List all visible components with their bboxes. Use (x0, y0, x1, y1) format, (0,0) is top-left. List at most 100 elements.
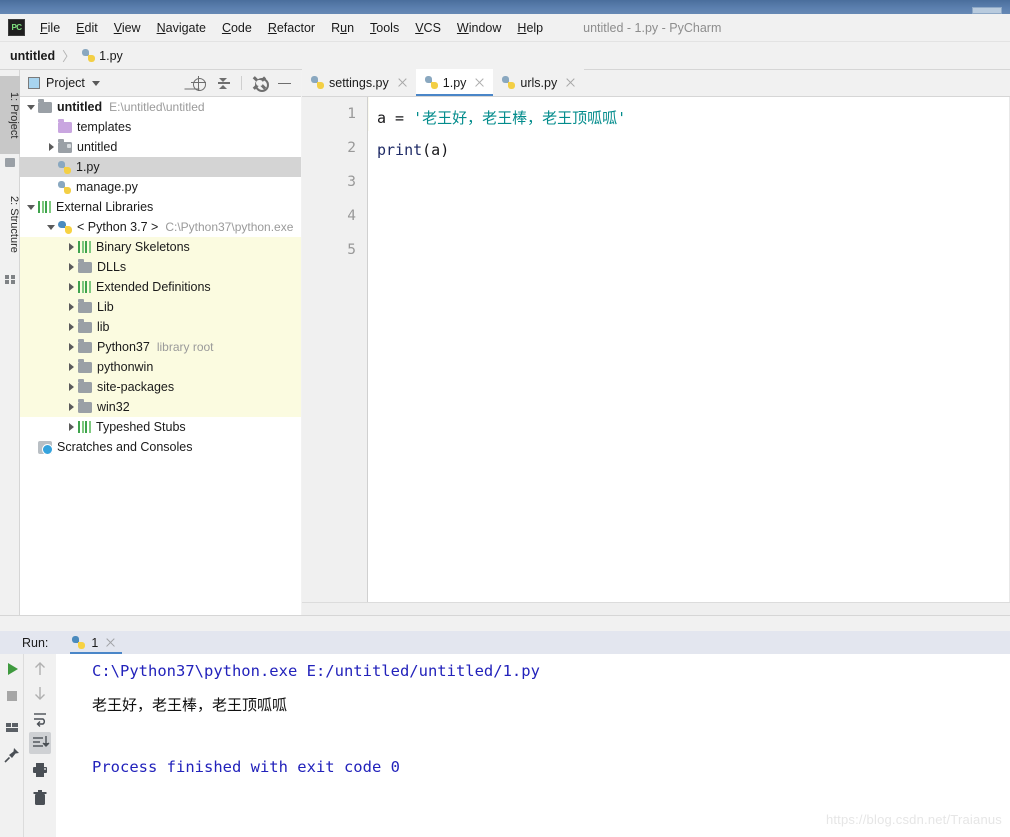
run-tab-1[interactable]: 1 (70, 631, 123, 654)
tree-item[interactable]: External Libraries (20, 197, 301, 217)
chevron-right-icon[interactable] (66, 362, 76, 372)
breadcrumb-file[interactable]: 1.py (99, 49, 123, 63)
structure-icon (5, 275, 15, 284)
run-panel-splitter[interactable] (0, 615, 1010, 631)
tree-item[interactable]: untitled E:\untitled\untitled (20, 97, 301, 117)
editor-gutter: 1 2 3 4 5 (302, 97, 368, 615)
editor-tab-label: urls.py (520, 75, 558, 90)
close-icon[interactable] (105, 637, 116, 648)
menu-item-file[interactable]: File (32, 19, 68, 37)
tool-window-bar-left: 1: Project 2: Structure (0, 70, 20, 615)
close-icon[interactable] (397, 77, 408, 88)
print-icon[interactable] (29, 759, 51, 781)
editor-code-surface[interactable]: a = '老王好，老王棒，老王顶呱呱' print(a) (369, 97, 1010, 615)
tree-item[interactable]: Scratches and Consoles (20, 437, 301, 457)
tree-item-label: DLLs (97, 260, 127, 274)
tree-item[interactable]: pythonwin (20, 357, 301, 377)
tree-item-path: E:\untitled\untitled (109, 100, 205, 114)
tree-item[interactable]: Binary Skeletons (20, 237, 301, 257)
soft-wrap-icon[interactable] (29, 708, 51, 730)
editor-bottom-strip (302, 602, 1010, 615)
editor-tab-label: settings.py (329, 75, 389, 90)
trash-icon[interactable] (29, 787, 51, 809)
line-number: 2 (347, 140, 356, 156)
chevron-right-icon[interactable] (66, 302, 76, 312)
stop-icon[interactable] (1, 685, 23, 707)
chevron-down-icon[interactable] (26, 102, 36, 112)
menu-item-edit[interactable]: Edit (68, 19, 106, 37)
menu-item-window[interactable]: Window (449, 19, 509, 37)
tree-item[interactable]: lib (20, 317, 301, 337)
tree-item[interactable]: 1.py (20, 157, 301, 177)
python-file-icon (72, 636, 86, 649)
gear-icon[interactable] (252, 76, 269, 92)
layout-icon[interactable] (1, 716, 23, 738)
pin-icon[interactable] (1, 744, 23, 766)
tree-item-label: Lib (97, 300, 114, 314)
tree-item[interactable]: < Python 3.7 > C:\Python37\python.exe (20, 217, 301, 237)
menu-item-help[interactable]: Help (509, 19, 551, 37)
chevron-right-icon[interactable] (66, 242, 76, 252)
chevron-right-icon[interactable] (66, 422, 76, 432)
menu-item-view[interactable]: View (106, 19, 149, 37)
tree-item[interactable]: Typeshed Stubs (20, 417, 301, 437)
tree-item[interactable]: win32 (20, 397, 301, 417)
menu-item-tools[interactable]: Tools (362, 19, 407, 37)
tree-item-label: win32 (97, 400, 130, 414)
run-console-output[interactable]: C:\Python37\python.exe E:/untitled/untit… (57, 654, 1010, 837)
arrow-up-icon[interactable] (29, 658, 51, 680)
tree-item[interactable]: templates (20, 117, 301, 137)
chevron-down-icon[interactable] (46, 222, 56, 232)
sidebar-tab-project[interactable]: 1: Project (0, 76, 20, 154)
chevron-right-icon[interactable] (66, 282, 76, 292)
editor-tab-1-py[interactable]: 1.py (415, 69, 494, 96)
tree-item[interactable]: manage.py (20, 177, 301, 197)
close-icon[interactable] (474, 77, 485, 88)
chevron-right-icon[interactable] (66, 262, 76, 272)
editor-tab-settings-py[interactable]: settings.py (302, 69, 416, 96)
scratches-icon (38, 440, 53, 455)
chevron-down-icon[interactable] (26, 202, 36, 212)
tree-item[interactable]: Python37 library root (20, 337, 301, 357)
folder-icon (78, 359, 92, 373)
editor-tab-urls-py[interactable]: urls.py (493, 69, 585, 96)
line-number: 4 (347, 208, 356, 224)
tree-item[interactable]: Lib (20, 297, 301, 317)
chevron-right-icon[interactable] (66, 322, 76, 332)
python-file-icon (424, 76, 438, 89)
folder-icon (78, 399, 92, 413)
tree-item[interactable]: DLLs (20, 257, 301, 277)
collapse-all-icon[interactable] (216, 76, 231, 91)
tree-item[interactable]: site-packages (20, 377, 301, 397)
menu-item-navigate[interactable]: Navigate (149, 19, 214, 37)
hide-icon[interactable] (277, 76, 292, 91)
breadcrumb-project[interactable]: untitled (10, 49, 55, 63)
python-file-icon (502, 76, 516, 89)
library-icon (78, 241, 91, 253)
chevron-down-icon[interactable] (91, 80, 100, 86)
chevron-right-icon[interactable] (66, 382, 76, 392)
code-token-args: (a) (422, 141, 450, 159)
project-icon (5, 158, 15, 167)
arrow-down-icon[interactable] (29, 682, 51, 704)
breadcrumb: untitled 〉 1.py (0, 42, 1010, 70)
menu-item-vcs[interactable]: VCS (407, 19, 449, 37)
chevron-right-icon[interactable] (46, 142, 56, 152)
menu-item-refactor[interactable]: Refactor (260, 19, 323, 37)
locate-in-tree-icon[interactable] (191, 75, 206, 91)
tree-item[interactable]: untitled (20, 137, 301, 157)
breadcrumb-separator: 〉 (62, 49, 76, 64)
chevron-right-icon[interactable] (66, 342, 76, 352)
tree-item[interactable]: Extended Definitions (20, 277, 301, 297)
run-icon[interactable] (1, 658, 23, 680)
sidebar-tab-structure[interactable]: 2: Structure (0, 178, 20, 270)
menu-item-run[interactable]: Run (323, 19, 362, 37)
tree-item-label: untitled (57, 100, 103, 114)
chevron-right-icon[interactable] (66, 402, 76, 412)
scroll-to-end-icon[interactable] (29, 732, 51, 754)
window-minimize-icon[interactable] (972, 7, 1002, 14)
tree-item-label: templates (77, 120, 132, 134)
close-icon[interactable] (565, 77, 576, 88)
menu-item-code[interactable]: Code (214, 19, 260, 37)
